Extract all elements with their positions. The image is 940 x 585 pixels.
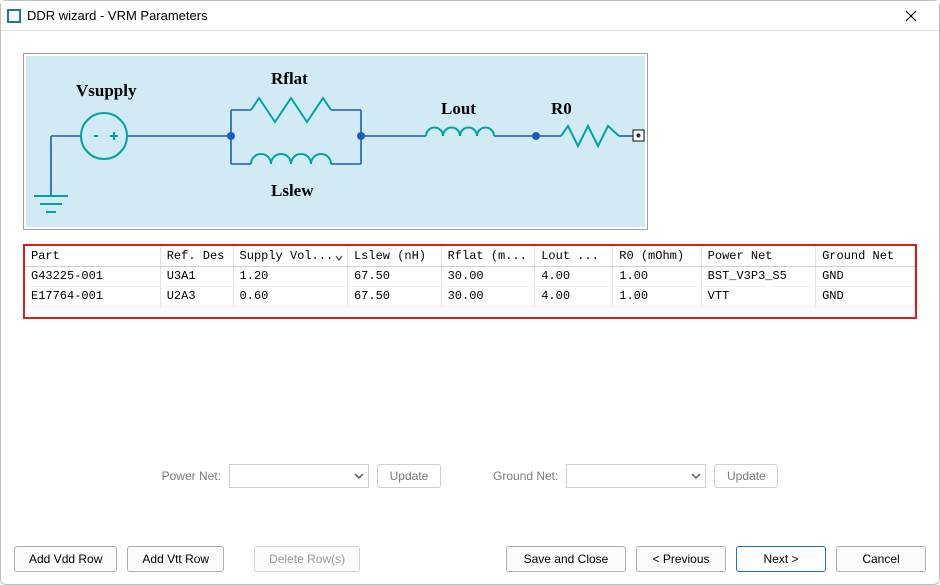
col-refdes[interactable]: Ref. Des	[160, 246, 233, 266]
cancel-button[interactable]: Cancel	[836, 546, 926, 572]
cell-lout[interactable]: 4.00	[535, 266, 613, 286]
col-r0[interactable]: R0 (mOhm)	[613, 246, 701, 266]
add-vtt-row-button[interactable]: Add Vtt Row	[127, 546, 224, 572]
cell-part[interactable]: E17764-001	[25, 286, 160, 306]
dialog-button-bar: Add Vdd Row Add Vtt Row Delete Row(s) Sa…	[0, 541, 940, 585]
power-net-update-button[interactable]: Update	[377, 464, 441, 488]
cell-lslew[interactable]: 67.50	[347, 266, 441, 286]
cell-powernet[interactable]: BST_V3P3_S5	[701, 266, 815, 286]
col-groundnet[interactable]: Ground Net	[816, 246, 915, 266]
table-header-row: Part Ref. Des Supply Vol... Lslew (nH) R…	[25, 246, 915, 266]
window-close-button[interactable]	[891, 2, 931, 30]
cell-powernet[interactable]: VTT	[701, 286, 815, 306]
label-rflat: Rflat	[271, 69, 308, 88]
cell-supply[interactable]: 0.60	[233, 286, 347, 306]
ground-net-update-button[interactable]: Update	[714, 464, 778, 488]
save-and-close-button[interactable]: Save and Close	[506, 546, 626, 572]
col-supply-label: Supply Vol...	[240, 249, 334, 263]
close-icon	[905, 10, 917, 22]
cell-refdes[interactable]: U3A1	[160, 266, 233, 286]
cell-r0[interactable]: 1.00	[613, 286, 701, 306]
title-bar: DDR wizard - VRM Parameters	[1, 1, 939, 31]
power-net-combo[interactable]	[229, 464, 369, 488]
label-vsupply: Vsupply	[76, 81, 137, 100]
cell-groundnet[interactable]: GND	[816, 266, 915, 286]
chevron-down-icon	[354, 471, 364, 481]
power-net-label: Power Net:	[162, 469, 221, 483]
chevron-down-icon	[691, 471, 701, 481]
cell-refdes[interactable]: U2A3	[160, 286, 233, 306]
next-button[interactable]: Next >	[736, 546, 826, 572]
cell-lslew[interactable]: 67.50	[347, 286, 441, 306]
cell-rflat[interactable]: 30.00	[441, 286, 535, 306]
add-vdd-row-button[interactable]: Add Vdd Row	[14, 546, 117, 572]
cell-groundnet[interactable]: GND	[816, 286, 915, 306]
cell-rflat[interactable]: 30.00	[441, 266, 535, 286]
delete-rows-button[interactable]: Delete Row(s)	[254, 546, 360, 572]
col-powernet[interactable]: Power Net	[701, 246, 815, 266]
vrm-parameter-table[interactable]: Part Ref. Des Supply Vol... Lslew (nH) R…	[23, 244, 917, 319]
label-lout: Lout	[441, 99, 476, 118]
cell-lout[interactable]: 4.00	[535, 286, 613, 306]
app-icon	[7, 9, 21, 23]
label-r0: R0	[551, 99, 572, 118]
col-lslew[interactable]: Lslew (nH)	[347, 246, 441, 266]
ground-net-label: Ground Net:	[493, 469, 558, 483]
circuit-diagram-panel: Vsupply Rflat Lslew Lout R0	[23, 53, 917, 230]
col-lout[interactable]: Lout ...	[535, 246, 613, 266]
col-part[interactable]: Part	[25, 246, 160, 266]
label-lslew: Lslew	[271, 181, 314, 200]
table-row[interactable]: E17764-001 U2A3 0.60 67.50 30.00 4.00 1.…	[25, 286, 915, 306]
circuit-diagram: Vsupply Rflat Lslew Lout R0	[26, 56, 645, 227]
ground-net-combo[interactable]	[566, 464, 706, 488]
net-update-row: Power Net: Update Ground Net: Update	[1, 460, 939, 492]
table-empty-area	[23, 319, 917, 454]
previous-button[interactable]: < Previous	[636, 546, 726, 572]
table-row[interactable]: G43225-001 U3A1 1.20 67.50 30.00 4.00 1.…	[25, 266, 915, 286]
cell-supply[interactable]: 1.20	[233, 266, 347, 286]
cell-r0[interactable]: 1.00	[613, 266, 701, 286]
cell-part[interactable]: G43225-001	[25, 266, 160, 286]
col-rflat[interactable]: Rflat (m...	[441, 246, 535, 266]
window-title: DDR wizard - VRM Parameters	[27, 8, 208, 23]
col-supply[interactable]: Supply Vol...	[233, 246, 347, 266]
sort-chevron-down-icon	[335, 252, 343, 260]
